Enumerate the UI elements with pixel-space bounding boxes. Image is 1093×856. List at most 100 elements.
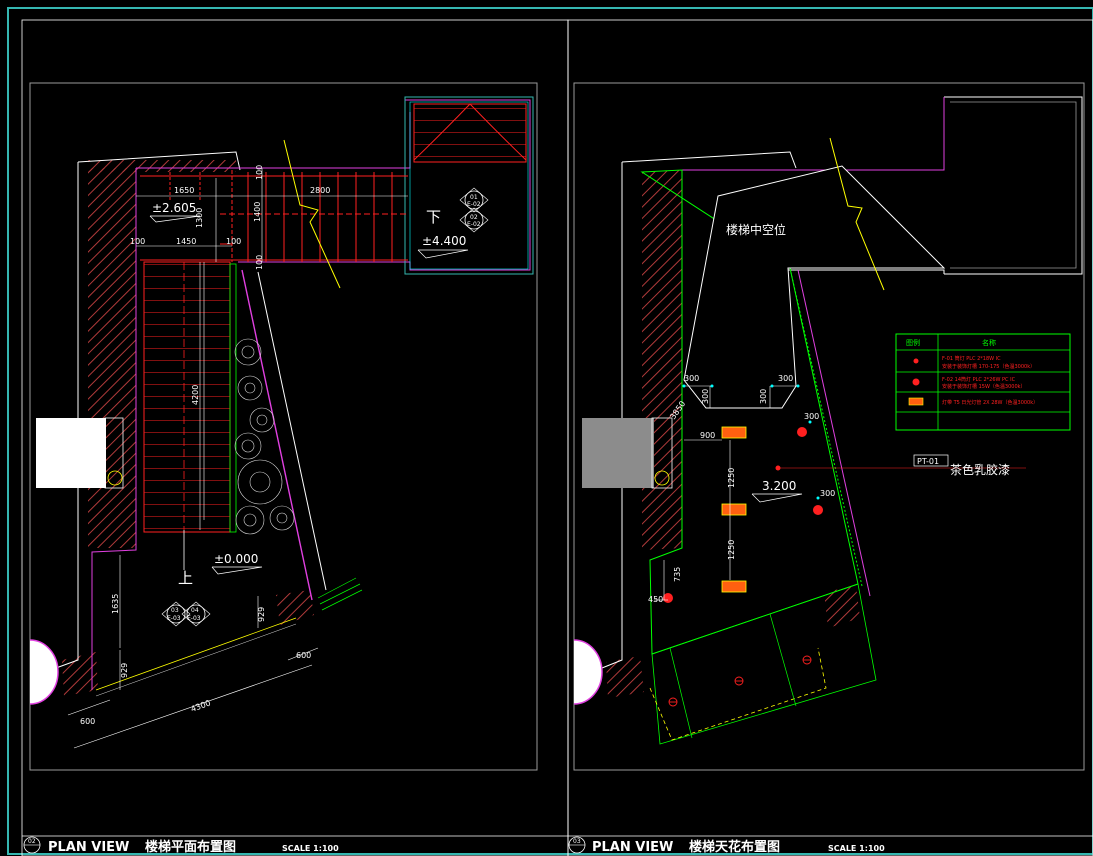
wall-diagonal-white (257, 271, 327, 591)
dim-600-a: 600 (80, 717, 95, 726)
ceiling-wall-hatch-bottom-left (606, 656, 644, 698)
dim-600-b: 600 (296, 651, 311, 660)
level-4400-marker (417, 249, 469, 259)
pt-tag-note: 茶色乳胶漆 (950, 462, 1010, 477)
ceiling-dim-300-a: 300 (684, 374, 699, 383)
legend-table: 图例 名称 F-01 筒灯 PLC 2*18W IC 安装于装饰灯槽 170-1… (895, 333, 1071, 431)
cad-drawing-canvas: 1650 2800 100 1450 100 1300 1400 100 100… (7, 7, 1093, 856)
legend-symbol-2 (912, 378, 920, 386)
ceiling-corridor-top (682, 97, 945, 171)
stair-plan: 1650 2800 100 1450 100 1300 1400 100 100… (29, 96, 534, 749)
level-2605-marker (149, 215, 201, 223)
window-block (36, 418, 106, 488)
callout-text-1: 01 (470, 194, 478, 201)
strip-lights (721, 426, 747, 593)
wall-hatch-bottom-right (276, 590, 314, 625)
legend-symbol-3 (908, 397, 924, 406)
round-column (29, 639, 59, 705)
ceiling-plan: 楼梯中空位 300 300 300 300 900 1250 1250 300 … (573, 96, 1083, 745)
dim-1400: 1400 (253, 202, 262, 222)
legend-row3-line1: 灯带 T5 日光灯管 2X 28W（色温3000k） (942, 399, 1038, 406)
ceiling-dim-300-b: 300 (701, 389, 710, 404)
callout-text-8: E-03 (187, 615, 201, 622)
wall-hatch-bottom-left (62, 652, 98, 696)
plan-view-label-right: PLAN VIEW (592, 840, 673, 855)
down-label: 下 (426, 208, 441, 226)
dim-929-b: 929 (120, 663, 129, 678)
lower-fixtures (668, 655, 812, 707)
sheet-scale-right: SCALE 1:100 (828, 844, 885, 853)
callout-text-4: E-02 (467, 221, 481, 228)
ceiling-dim-300-f: 300 (820, 489, 835, 498)
dim-4200: 4200 (191, 385, 200, 405)
upper-stair-flight (413, 103, 527, 163)
ceiling-dim-300-d: 300 (759, 389, 768, 404)
ceiling-round-column (573, 639, 603, 705)
upper-corridor-wall (136, 112, 411, 169)
sheet-title-left: 楼梯平面布置图 (145, 839, 236, 855)
entry-threshold-2 (95, 623, 297, 697)
level-0000-marker (211, 566, 263, 575)
ceiling-green-diagonal (789, 267, 863, 587)
dim-100-c: 100 (255, 165, 264, 180)
callout-text-5: 03 (171, 607, 179, 614)
callout-text-6: E-03 (167, 615, 181, 622)
dim-1635: 1635 (111, 594, 120, 614)
ceiling-dim-1250-a: 1250 (727, 468, 736, 488)
lower-panel-divider-2 (769, 613, 797, 707)
up-label: 上 (178, 569, 193, 587)
ceiling-dim-300-c: 300 (778, 374, 793, 383)
title-block-left: 02 PLAN VIEW 楼梯平面布置图 SCALE 1:100 (23, 836, 339, 855)
wall-hatch-top (88, 160, 236, 172)
level-0000: ±0.000 (214, 552, 258, 566)
callout-text-3: 02 (470, 214, 478, 221)
dim-1450: 1450 (176, 237, 196, 246)
ceiling-corridor-bottom (788, 269, 945, 274)
wall-outline-west (55, 162, 79, 669)
ceiling-level-marker (751, 493, 803, 503)
ceiling-dim-1250-b: 1250 (727, 540, 736, 560)
lower-panel-divider-1 (669, 647, 693, 739)
dim-929-a: 929 (257, 607, 266, 622)
ceiling-dim-900: 900 (700, 431, 715, 440)
ceiling-window-block (582, 418, 654, 488)
ceiling-wall-west (601, 162, 623, 669)
ceiling-landing-inner (950, 101, 1077, 269)
ceiling-wall-hatch-left (642, 170, 682, 550)
dim-2800: 2800 (310, 186, 330, 195)
ceiling-wall-outline (621, 151, 797, 169)
dim-100-a: 100 (130, 237, 145, 246)
ceiling-dim-300-e: 300 (804, 412, 819, 421)
dim-1650: 1650 (174, 186, 194, 195)
plan-view-label-left: PLAN VIEW (48, 840, 129, 855)
legend-row2-line2: 安装于装饰灯槽 15W（色温3000k） (942, 383, 1026, 390)
planter-plants (234, 338, 295, 535)
ceiling-dim-450: 450 (648, 595, 663, 604)
callout-group-top: 01 E-02 02 E-02 (459, 187, 489, 233)
legend-row1-line1: F-01 筒灯 PLC 2*18W IC (942, 355, 1001, 362)
sheet-number-left: 02 (28, 838, 36, 845)
dim-4300: 4300 (190, 698, 212, 713)
main-stair-flight (143, 261, 231, 533)
dim-100-b: 100 (226, 237, 241, 246)
ceiling-magenta-diagonal (797, 269, 871, 597)
legend-header-name: 名称 (982, 338, 996, 347)
level-4400: ±4.400 (422, 234, 466, 248)
ceiling-wall-hatch-bottom-right (824, 586, 860, 628)
ceiling-dim-735: 735 (673, 567, 682, 582)
lower-ceiling-dashed (649, 647, 827, 741)
legend-symbol-1 (913, 358, 919, 364)
level-2605: ±2.605 (152, 201, 196, 215)
ceiling-dimension-lines (654, 385, 1026, 601)
title-block-right: 03 PLAN VIEW 楼梯天花布置图 SCALE 1:100 (568, 836, 885, 855)
legend-row2-line1: F-02 14筒灯 PLC 2*26W PC IC (942, 376, 1016, 383)
pt-tag: PT-01 (917, 457, 939, 466)
void-label: 楼梯中空位 (726, 222, 786, 237)
legend-row1-line2: 安装于装饰灯槽 170-175（色温3000k） (942, 363, 1035, 370)
stair-handrail (229, 263, 237, 533)
wall-diagonal-magenta (241, 269, 313, 601)
wall-hatch-left (88, 168, 136, 548)
ceiling-level: 3.200 (762, 479, 796, 493)
dim-100-d: 100 (255, 255, 264, 270)
sheet-number-right: 03 (573, 838, 581, 845)
